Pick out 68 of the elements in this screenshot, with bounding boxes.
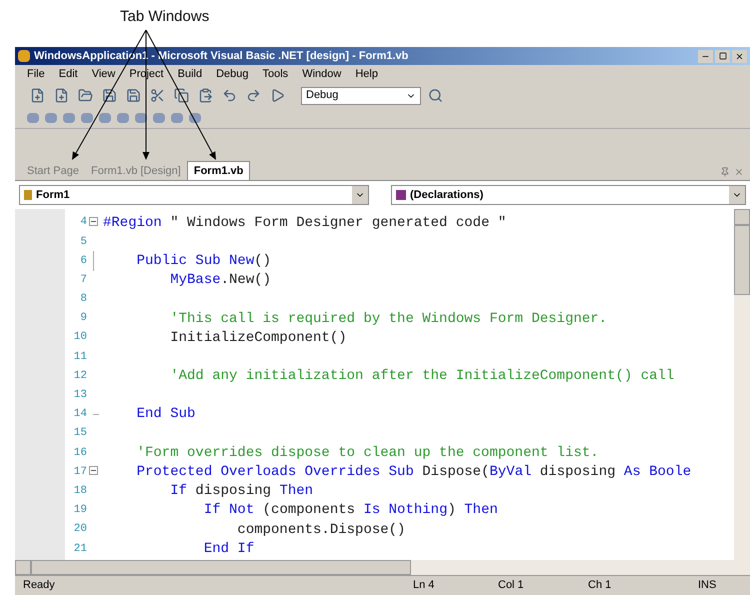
- horizontal-scrollbar[interactable]: [15, 560, 750, 575]
- collapse-icon[interactable]: [89, 466, 98, 476]
- code-line: components.Dispose(): [236, 522, 406, 537]
- minimize-button[interactable]: [698, 50, 713, 62]
- menu-item[interactable]: Help: [355, 66, 378, 83]
- app-icon: [18, 50, 30, 62]
- code-line: 'Add any initialization after the InitializeComponent() call: [169, 369, 674, 384]
- line-number: 15: [72, 426, 87, 442]
- line-number: 17: [72, 464, 87, 480]
- code-line: End Sub: [136, 407, 196, 422]
- configuration-dropdown[interactable]: Debug: [301, 86, 421, 104]
- class-dropdown[interactable]: Form1: [19, 185, 369, 205]
- close-icon[interactable]: [734, 167, 744, 177]
- maximize-button[interactable]: [715, 50, 730, 62]
- line-number: 8: [79, 292, 87, 308]
- collapse-icon[interactable]: [89, 217, 98, 226]
- line-number: 13: [72, 388, 87, 404]
- menu-item[interactable]: Debug: [216, 66, 248, 83]
- method-dropdown[interactable]: (Declarations): [391, 185, 746, 205]
- code-line: MyBase.New(): [169, 273, 272, 288]
- line-number: 11: [72, 350, 87, 365]
- line-number: 14: [72, 407, 87, 422]
- menu-item[interactable]: Window: [302, 66, 342, 83]
- line-number: 10: [72, 330, 87, 346]
- menu-item[interactable]: File: [27, 66, 45, 83]
- line-indicator: Ln 4: [413, 578, 436, 594]
- code-line: If Not (components Is Nothing) Then: [202, 503, 498, 518]
- scroll-thumb[interactable]: [734, 225, 750, 295]
- close-icon: [735, 52, 744, 60]
- menu-item[interactable]: Build: [178, 66, 202, 83]
- fold-line: [93, 251, 94, 271]
- insert-mode-indicator: INS: [698, 578, 716, 594]
- code-line: Protected Overloads Overrides Sub Dispose(ByVal disposing As Boole: [136, 465, 692, 480]
- line-number: 4: [79, 215, 87, 230]
- code-line: Public Sub New(): [136, 254, 272, 268]
- close-button[interactable]: [732, 50, 747, 62]
- column-indicator: Col 1: [498, 578, 525, 594]
- toolbar-icon[interactable]: [189, 112, 201, 122]
- menu-item[interactable]: Tools: [262, 66, 288, 83]
- code-line: #Region " Windows Form Designer generated code ": [103, 216, 506, 230]
- maximize-icon: [718, 52, 726, 60]
- code-line: If disposing Then: [169, 484, 314, 498]
- line-number: 18: [72, 484, 87, 499]
- document-tab[interactable]: Form1.vb: [186, 161, 250, 180]
- menu-item[interactable]: View: [92, 66, 116, 83]
- annotation-label: Tab Windows: [120, 7, 210, 27]
- status-message: Ready: [23, 578, 56, 594]
- code-line: End If: [202, 542, 254, 556]
- menu-item[interactable]: Edit: [58, 66, 78, 83]
- character-indicator: Ch 1: [588, 578, 612, 594]
- code-line: 'This call is required by the Windows Form Designer.: [169, 312, 608, 326]
- code-line: 'Form overrides dispose to clean up the component list.: [136, 446, 599, 460]
- line-number: 9: [79, 311, 87, 326]
- code-line: InitializeComponent(): [169, 330, 347, 345]
- line-number: 7: [79, 272, 87, 288]
- scroll-thumb[interactable]: [31, 560, 411, 575]
- line-number: 16: [72, 446, 87, 461]
- toolbar-icon[interactable]: [135, 112, 147, 122]
- class-icon: [24, 190, 32, 200]
- pin-icon[interactable]: [720, 167, 730, 177]
- line-number: 12: [72, 368, 87, 384]
- line-number: 21: [72, 542, 87, 557]
- vertical-scrollbar[interactable]: [734, 209, 750, 560]
- line-number: 6: [79, 254, 87, 269]
- line-number: 5: [79, 234, 87, 250]
- method-icon: [396, 190, 406, 200]
- line-number: 19: [72, 503, 87, 518]
- line-number: 20: [72, 522, 87, 538]
